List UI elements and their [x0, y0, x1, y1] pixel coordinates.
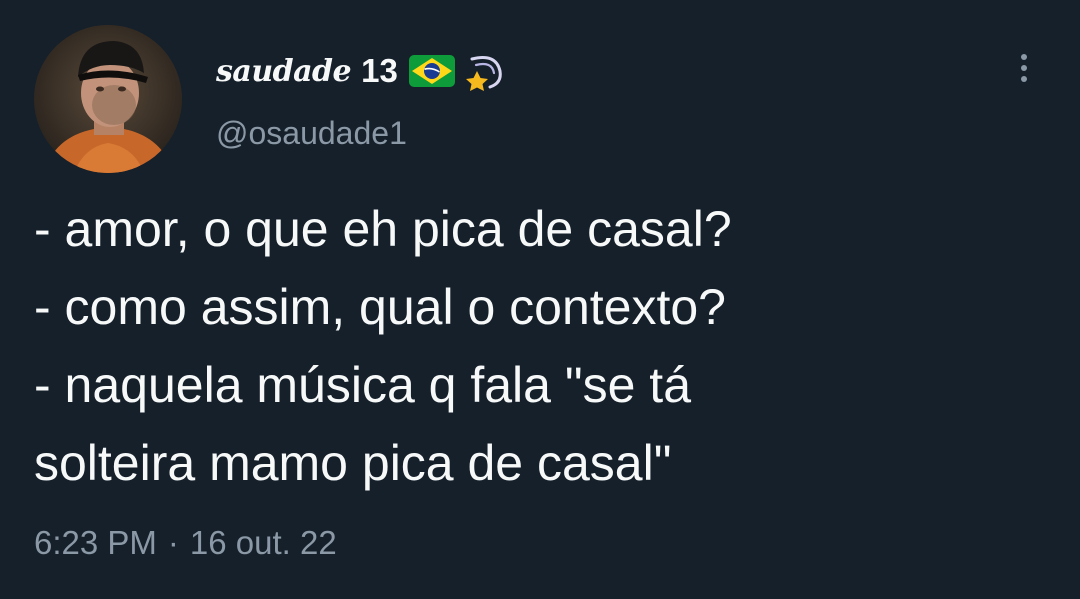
- brazil-flag-icon: [408, 53, 456, 89]
- tweet-line: - como assim, qual o contexto?: [34, 279, 726, 335]
- tweet-time[interactable]: 6:23 PM: [34, 524, 157, 562]
- shooting-star-icon: [462, 49, 506, 93]
- more-vertical-icon: [1021, 54, 1027, 60]
- tweet-card: saudade 13 @osaudade1 - amor, o que eh p…: [0, 0, 1080, 599]
- author-handle[interactable]: @osaudade1: [216, 115, 407, 152]
- display-name[interactable]: saudade: [216, 54, 352, 89]
- tweet-line: solteira mamo pica de casal": [34, 435, 672, 491]
- tweet-timestamp[interactable]: 6:23 PM · 16 out. 22: [34, 524, 337, 562]
- tweet-text: - amor, o que eh pica de casal? - como a…: [34, 190, 1054, 502]
- avatar-photo: [34, 25, 182, 173]
- more-vertical-icon-dot: [1021, 65, 1027, 71]
- author-name-row[interactable]: saudade 13: [216, 48, 506, 94]
- tweet-date[interactable]: 16 out. 22: [190, 524, 337, 562]
- more-vertical-icon-dot: [1021, 76, 1027, 82]
- display-name-number[interactable]: 13: [361, 52, 398, 90]
- more-options-button[interactable]: [1005, 48, 1043, 88]
- avatar[interactable]: [34, 25, 182, 173]
- meta-separator: ·: [167, 524, 179, 561]
- tweet-line: - naquela música q fala "se tá: [34, 357, 692, 413]
- tweet-line: - amor, o que eh pica de casal?: [34, 201, 732, 257]
